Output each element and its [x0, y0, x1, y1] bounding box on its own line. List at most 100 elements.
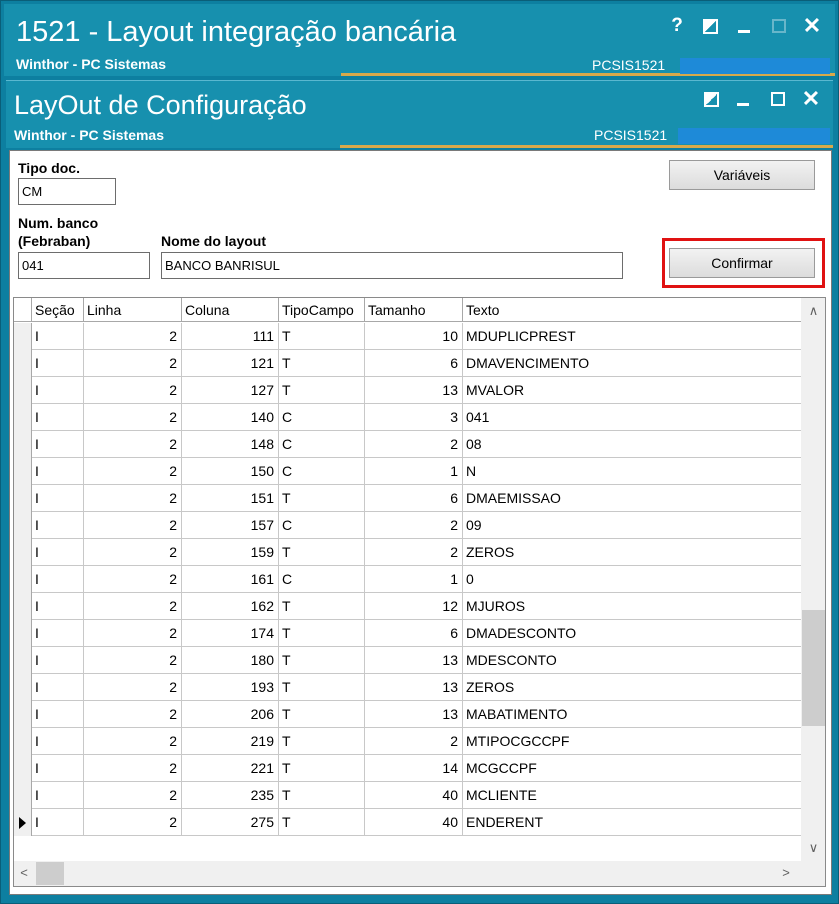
cell-linha[interactable]: 2 — [84, 377, 182, 404]
cell-tipocampo[interactable]: T — [279, 620, 365, 647]
cell-coluna[interactable]: 151 — [182, 485, 279, 512]
cell-tipocampo[interactable]: T — [279, 593, 365, 620]
minimize-icon[interactable] — [731, 89, 755, 111]
cell-linha[interactable]: 2 — [84, 701, 182, 728]
column-header-tipocampo[interactable]: TipoCampo — [279, 298, 365, 322]
cell-texto[interactable]: DMAVENCIMENTO — [463, 350, 801, 377]
row-indicator[interactable] — [14, 728, 32, 755]
cell-coluna[interactable]: 193 — [182, 674, 279, 701]
row-indicator[interactable] — [14, 350, 32, 377]
cell-tamanho[interactable]: 13 — [365, 647, 463, 674]
cell-secao[interactable]: I — [32, 674, 84, 701]
cell-tipocampo[interactable]: C — [279, 566, 365, 593]
close-icon[interactable]: ✕ — [799, 88, 823, 111]
cell-tamanho[interactable]: 1 — [365, 566, 463, 593]
row-indicator[interactable] — [14, 512, 32, 539]
cell-texto[interactable]: 08 — [463, 431, 801, 458]
cell-secao[interactable]: I — [32, 323, 84, 350]
cell-linha[interactable]: 2 — [84, 782, 182, 809]
cell-texto[interactable]: 0 — [463, 566, 801, 593]
table-row[interactable]: I 2 148 C 2 08 — [14, 431, 801, 458]
cell-texto[interactable]: MVALOR — [463, 377, 801, 404]
cell-secao[interactable]: I — [32, 593, 84, 620]
column-header-secao[interactable]: Seção — [32, 298, 84, 322]
cell-linha[interactable]: 2 — [84, 809, 182, 836]
minimize-icon[interactable] — [732, 16, 756, 38]
cell-secao[interactable]: I — [32, 566, 84, 593]
cell-texto[interactable]: MABATIMENTO — [463, 701, 801, 728]
cell-coluna[interactable]: 221 — [182, 755, 279, 782]
table-row[interactable]: I 2 157 C 2 09 — [14, 512, 801, 539]
cell-coluna[interactable]: 150 — [182, 458, 279, 485]
cell-tipocampo[interactable]: T — [279, 485, 365, 512]
cell-coluna[interactable]: 206 — [182, 701, 279, 728]
cell-coluna[interactable]: 174 — [182, 620, 279, 647]
cell-secao[interactable]: I — [32, 485, 84, 512]
column-header-coluna[interactable]: Coluna — [182, 298, 279, 322]
cell-tamanho[interactable]: 13 — [365, 701, 463, 728]
num-banco-field[interactable]: 041 — [18, 252, 150, 279]
cell-texto[interactable]: DMADESCONTO — [463, 620, 801, 647]
cell-coluna[interactable]: 162 — [182, 593, 279, 620]
row-indicator[interactable] — [14, 674, 32, 701]
cell-linha[interactable]: 2 — [84, 674, 182, 701]
row-indicator[interactable] — [14, 593, 32, 620]
cell-secao[interactable]: I — [32, 647, 84, 674]
row-indicator[interactable] — [14, 431, 32, 458]
cell-linha[interactable]: 2 — [84, 620, 182, 647]
cell-tipocampo[interactable]: C — [279, 404, 365, 431]
cell-tipocampo[interactable]: T — [279, 647, 365, 674]
cell-linha[interactable]: 2 — [84, 323, 182, 350]
cell-linha[interactable]: 2 — [84, 755, 182, 782]
cell-coluna[interactable]: 111 — [182, 323, 279, 350]
cell-coluna[interactable]: 235 — [182, 782, 279, 809]
table-row[interactable]: I 2 219 T 2 MTIPOCGCCPF — [14, 728, 801, 755]
table-row[interactable]: I 2 275 T 40 ENDERENT — [14, 809, 801, 836]
row-indicator[interactable] — [14, 458, 32, 485]
cell-tipocampo[interactable]: T — [279, 377, 365, 404]
cell-coluna[interactable]: 148 — [182, 431, 279, 458]
tipo-doc-field[interactable]: CM — [18, 178, 116, 205]
cell-secao[interactable]: I — [32, 539, 84, 566]
row-indicator[interactable] — [14, 539, 32, 566]
cell-secao[interactable]: I — [32, 458, 84, 485]
cell-secao[interactable]: I — [32, 350, 84, 377]
cell-tamanho[interactable]: 2 — [365, 539, 463, 566]
scroll-right-icon[interactable]: > — [776, 863, 796, 883]
cell-tipocampo[interactable]: T — [279, 809, 365, 836]
cell-linha[interactable]: 2 — [84, 728, 182, 755]
column-header-texto[interactable]: Texto — [463, 298, 801, 322]
cell-tipocampo[interactable]: T — [279, 539, 365, 566]
row-indicator[interactable] — [14, 782, 32, 809]
cell-secao[interactable]: I — [32, 701, 84, 728]
cell-coluna[interactable]: 121 — [182, 350, 279, 377]
help-icon[interactable]: ? — [665, 16, 689, 38]
cell-texto[interactable]: N — [463, 458, 801, 485]
cell-tipocampo[interactable]: C — [279, 431, 365, 458]
cell-coluna[interactable]: 275 — [182, 809, 279, 836]
cell-texto[interactable]: MTIPOCGCCPF — [463, 728, 801, 755]
cell-secao[interactable]: I — [32, 431, 84, 458]
table-row[interactable]: I 2 111 T 10 MDUPLICPREST — [14, 323, 801, 350]
horizontal-scroll-thumb[interactable] — [36, 862, 64, 885]
table-row[interactable]: I 2 180 T 13 MDESCONTO — [14, 647, 801, 674]
cell-tipocampo[interactable]: C — [279, 512, 365, 539]
cell-linha[interactable]: 2 — [84, 566, 182, 593]
table-row[interactable]: I 2 174 T 6 DMADESCONTO — [14, 620, 801, 647]
cell-tamanho[interactable]: 13 — [365, 377, 463, 404]
cell-texto[interactable]: MDUPLICPREST — [463, 323, 801, 350]
cell-tipocampo[interactable]: T — [279, 755, 365, 782]
row-indicator[interactable] — [14, 566, 32, 593]
cell-texto[interactable]: MDESCONTO — [463, 647, 801, 674]
table-row[interactable]: I 2 162 T 12 MJUROS — [14, 593, 801, 620]
cell-tamanho[interactable]: 2 — [365, 512, 463, 539]
restore-icon[interactable] — [699, 89, 723, 111]
cell-texto[interactable]: DMAEMISSAO — [463, 485, 801, 512]
cell-linha[interactable]: 2 — [84, 593, 182, 620]
row-indicator[interactable] — [14, 755, 32, 782]
cell-coluna[interactable]: 140 — [182, 404, 279, 431]
table-row[interactable]: I 2 127 T 13 MVALOR — [14, 377, 801, 404]
cell-linha[interactable]: 2 — [84, 485, 182, 512]
cell-tipocampo[interactable]: C — [279, 458, 365, 485]
vertical-scroll-thumb[interactable] — [802, 610, 825, 726]
